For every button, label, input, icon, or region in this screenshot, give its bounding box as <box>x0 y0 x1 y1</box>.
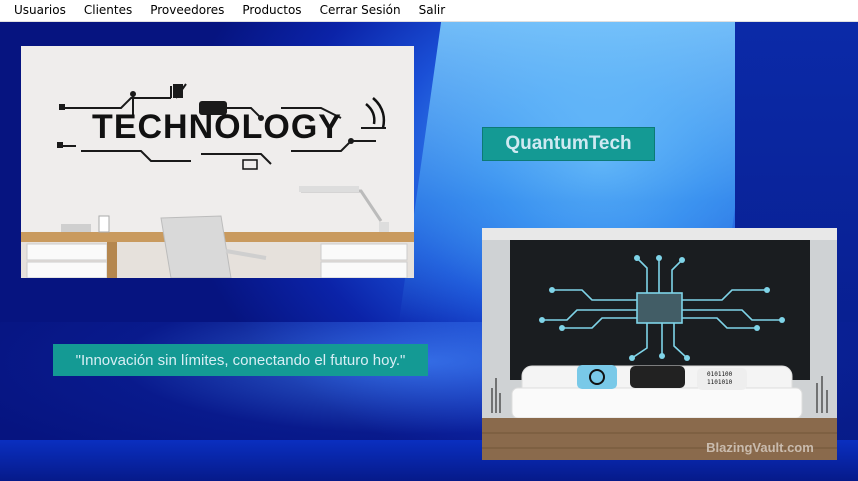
svg-text:0101100: 0101100 <box>707 371 733 378</box>
menu-clientes[interactable]: Clientes <box>75 0 141 21</box>
menu-bar: Usuarios Clientes Proveedores Productos … <box>0 0 858 22</box>
menu-productos[interactable]: Productos <box>233 0 310 21</box>
technology-wordmark: TECHNOLOGY <box>92 108 342 146</box>
technology-desk-image: TECHNOLOGY <box>21 46 414 278</box>
living-room-circuit-image: 0101100 1101010 BlazingVault.com <box>482 228 837 460</box>
menu-usuarios[interactable]: Usuarios <box>0 0 75 21</box>
menu-proveedores[interactable]: Proveedores <box>141 0 233 21</box>
brand-label: QuantumTech <box>482 127 655 161</box>
svg-text:1101010: 1101010 <box>707 379 733 386</box>
menu-salir[interactable]: Salir <box>410 0 455 21</box>
menu-cerrar-sesion[interactable]: Cerrar Sesión <box>311 0 410 21</box>
slogan-label: "Innovación sin límites, conectando el f… <box>53 344 428 376</box>
watermark-text: BlazingVault.com <box>706 440 814 455</box>
